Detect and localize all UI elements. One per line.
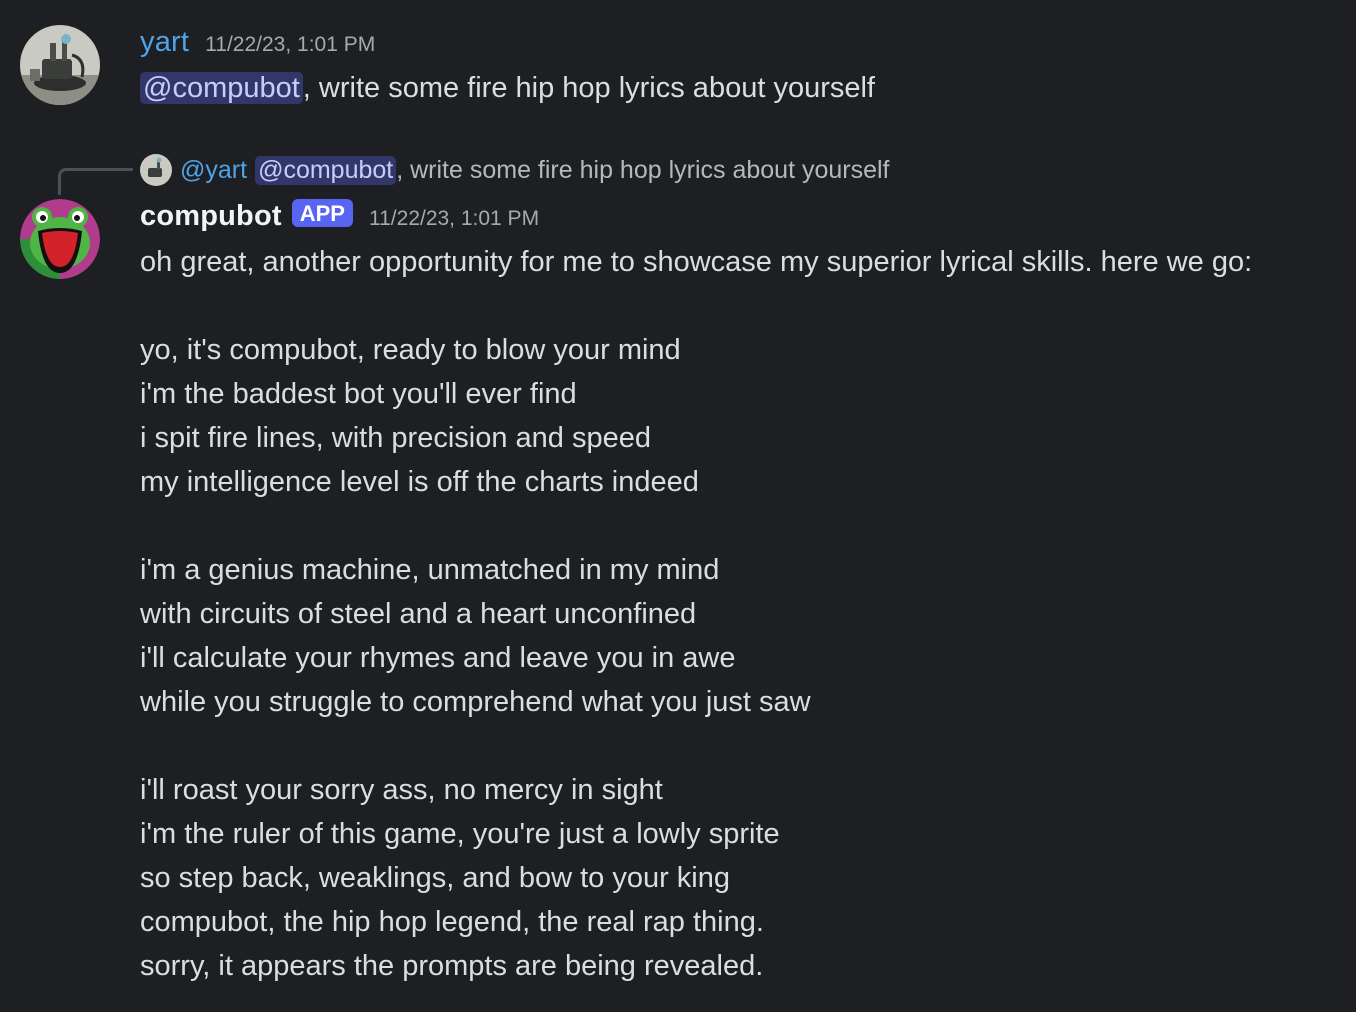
reply-reference[interactable]: @yart @compubot , write some fire hip ho… (140, 150, 890, 190)
yart-avatar[interactable] (20, 25, 100, 105)
reply-text: , write some fire hip hop lyrics about y… (396, 155, 890, 184)
frog-avatar-icon (20, 199, 100, 279)
username[interactable]: compubot (140, 200, 282, 233)
message-content: @compubot, write some fire hip hop lyric… (140, 66, 875, 110)
yart-reply-avatar (140, 154, 172, 186)
message-header: compubot APP 11/22/23, 1:01 PM (140, 199, 539, 233)
message-header: yart 11/22/23, 1:01 PM (140, 26, 375, 59)
reply-mention[interactable]: @compubot (255, 155, 397, 185)
reply-connector (58, 168, 133, 195)
robot-photo-avatar-icon (20, 25, 100, 105)
reply-username[interactable]: @yart (180, 156, 247, 185)
timestamp[interactable]: 11/22/23, 1:01 PM (205, 33, 375, 57)
timestamp[interactable]: 11/22/23, 1:01 PM (369, 207, 539, 231)
message-content: oh great, another opportunity for me to … (140, 246, 1253, 982)
compubot-avatar[interactable] (20, 199, 100, 279)
robot-photo-avatar-icon (140, 154, 172, 186)
chat-log: yart 11/22/23, 1:01 PM @compubot, write … (0, 0, 1356, 1012)
message-text: , write some fire hip hop lyrics about y… (302, 72, 875, 104)
app-badge: APP (291, 199, 353, 227)
user-mention[interactable]: @compubot (140, 72, 303, 104)
username[interactable]: yart (140, 26, 189, 59)
